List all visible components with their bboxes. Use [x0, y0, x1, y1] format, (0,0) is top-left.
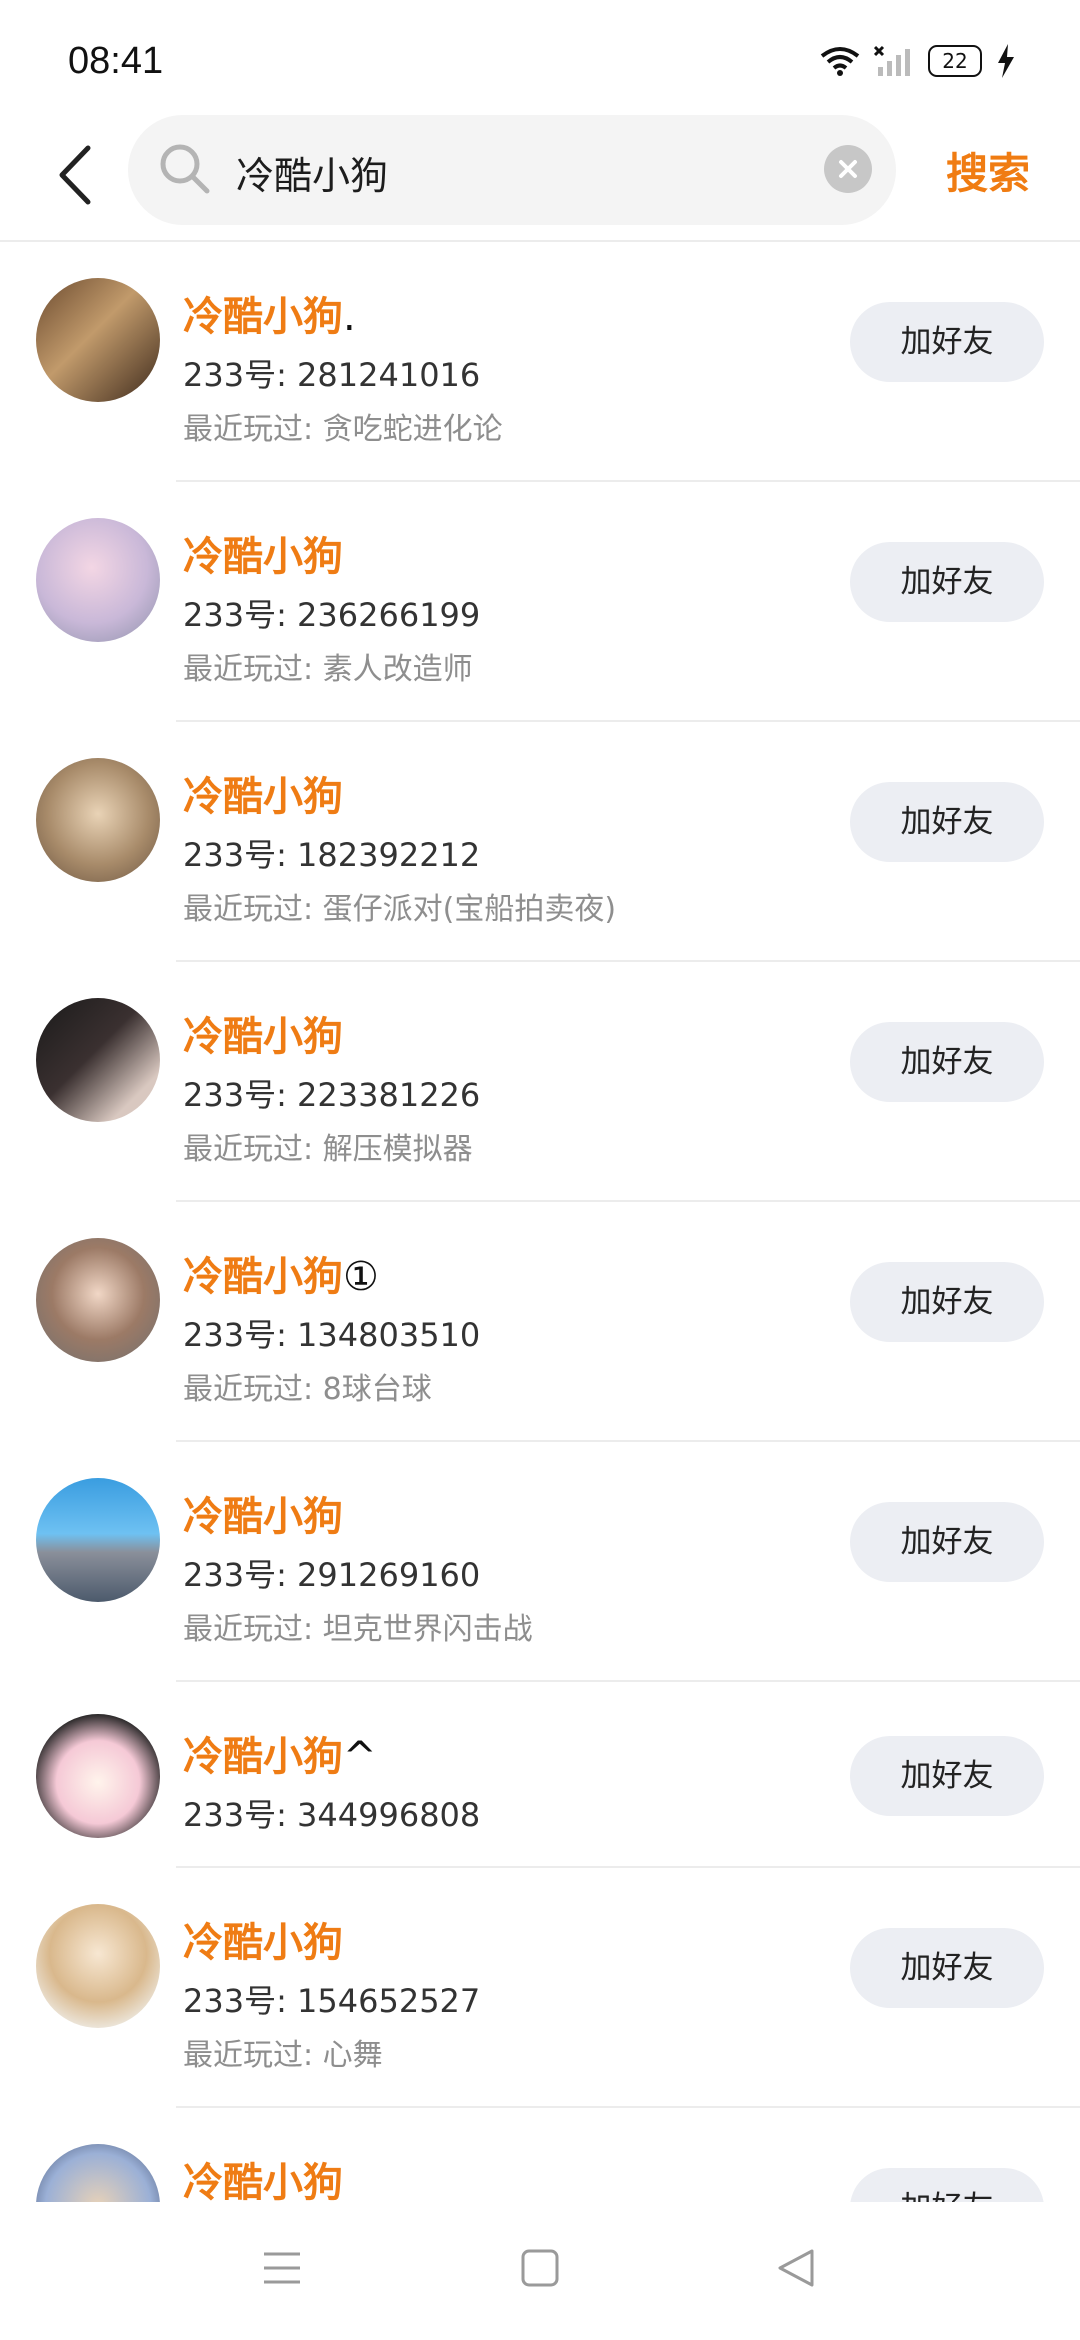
user-name[interactable]: 冷酷小狗 [183, 1004, 343, 1062]
avatar[interactable] [36, 1238, 160, 1362]
add-friend-button[interactable]: 加好友 [850, 542, 1044, 622]
user-id: 233号: 291269160 [183, 1556, 481, 1594]
name-text: 冷酷小狗 [183, 534, 343, 580]
menu-icon[interactable] [262, 2248, 302, 2288]
avatar[interactable] [36, 1904, 160, 2028]
avatar[interactable] [36, 998, 160, 1122]
recent-played: 最近玩过: 心舞 [183, 2038, 383, 2073]
search-icon [160, 144, 210, 194]
recent-played: 最近玩过: 贪吃蛇进化论 [183, 412, 503, 447]
status-bar: 08:41 22 [0, 0, 1080, 110]
back-arrow-icon[interactable] [48, 140, 108, 210]
name-text: 冷酷小狗 [183, 1734, 343, 1780]
search-header: 冷酷小狗 搜索 [0, 110, 1080, 240]
status-time: 08:41 [68, 40, 164, 82]
name-text: 冷酷小狗 [183, 2160, 343, 2202]
user-id: 233号: 134803510 [183, 1316, 481, 1354]
user-name[interactable]: 冷酷小狗 [183, 764, 343, 822]
list-item[interactable]: 冷酷小狗 233号: 182392212 最近玩过: 蛋仔派对(宝船拍卖夜) 加… [0, 722, 1080, 962]
wifi-icon [820, 47, 860, 76]
name-suffix: ① [343, 1254, 379, 1300]
add-friend-button[interactable]: 加好友 [850, 1262, 1044, 1342]
user-name[interactable]: 冷酷小狗^ [183, 1724, 377, 1782]
recent-played: 最近玩过: 解压模拟器 [183, 1132, 473, 1167]
search-input[interactable]: 冷酷小狗 [128, 115, 896, 225]
list-item[interactable]: 冷酷小狗 加好友 [0, 2108, 1080, 2202]
home-square-icon[interactable] [520, 2248, 560, 2288]
list-item[interactable]: 冷酷小狗① 233号: 134803510 最近玩过: 8球台球 加好友 [0, 1202, 1080, 1442]
clear-icon[interactable] [824, 145, 872, 193]
avatar[interactable] [36, 758, 160, 882]
user-id: 233号: 154652527 [183, 1982, 481, 2020]
avatar[interactable] [36, 278, 160, 402]
user-name[interactable]: 冷酷小狗 [183, 1910, 343, 1968]
list-item[interactable]: 冷酷小狗 233号: 236266199 最近玩过: 素人改造师 加好友 [0, 482, 1080, 722]
add-friend-button[interactable]: 加好友 [850, 782, 1044, 862]
name-text: 冷酷小狗 [183, 1014, 343, 1060]
name-text: 冷酷小狗 [183, 1494, 343, 1540]
recent-played: 最近玩过: 坦克世界闪击战 [183, 1612, 533, 1647]
user-id: 233号: 223381226 [183, 1076, 481, 1114]
name-text: 冷酷小狗 [183, 774, 343, 820]
name-suffix: ^ [343, 1734, 377, 1780]
status-icons: 22 [820, 44, 1016, 78]
user-id: 233号: 281241016 [183, 356, 481, 394]
name-text: 冷酷小狗 [183, 1920, 343, 1966]
user-name[interactable]: 冷酷小狗 [183, 1484, 343, 1542]
user-id: 233号: 236266199 [183, 596, 481, 634]
user-name[interactable]: 冷酷小狗 [183, 2150, 343, 2202]
add-friend-button[interactable]: 加好友 [850, 1736, 1044, 1816]
recent-played: 最近玩过: 素人改造师 [183, 652, 473, 687]
name-text: 冷酷小狗 [183, 294, 343, 340]
recent-played: 最近玩过: 8球台球 [183, 1372, 432, 1407]
search-button[interactable]: 搜索 [946, 140, 1030, 201]
avatar[interactable] [36, 518, 160, 642]
search-results-list: 冷酷小狗. 233号: 281241016 最近玩过: 贪吃蛇进化论 加好友 冷… [0, 242, 1080, 2202]
list-item[interactable]: 冷酷小狗. 233号: 281241016 最近玩过: 贪吃蛇进化论 加好友 [0, 242, 1080, 482]
list-item[interactable]: 冷酷小狗^ 233号: 344996808 加好友 [0, 1682, 1080, 1868]
add-friend-button[interactable]: 加好友 [850, 1022, 1044, 1102]
user-name[interactable]: 冷酷小狗① [183, 1244, 379, 1302]
user-name[interactable]: 冷酷小狗. [183, 284, 356, 342]
add-friend-button[interactable]: 加好友 [850, 2168, 1044, 2202]
avatar[interactable] [36, 1478, 160, 1602]
user-id: 233号: 344996808 [183, 1796, 481, 1834]
user-name[interactable]: 冷酷小狗 [183, 524, 343, 582]
recent-played: 最近玩过: 蛋仔派对(宝船拍卖夜) [183, 892, 617, 927]
name-text: 冷酷小狗 [183, 1254, 343, 1300]
add-friend-button[interactable]: 加好友 [850, 302, 1044, 382]
list-item[interactable]: 冷酷小狗 233号: 291269160 最近玩过: 坦克世界闪击战 加好友 [0, 1442, 1080, 1682]
name-suffix: . [343, 294, 356, 340]
avatar[interactable] [36, 1714, 160, 1838]
charging-icon [998, 44, 1014, 78]
signal-icon [874, 45, 910, 76]
add-friend-button[interactable]: 加好友 [850, 1928, 1044, 2008]
battery-level: 22 [928, 45, 982, 77]
list-item[interactable]: 冷酷小狗 233号: 154652527 最近玩过: 心舞 加好友 [0, 1868, 1080, 2108]
back-triangle-icon[interactable] [776, 2248, 816, 2288]
system-nav-bar [0, 2202, 1080, 2340]
add-friend-button[interactable]: 加好友 [850, 1502, 1044, 1582]
search-query[interactable]: 冷酷小狗 [236, 145, 388, 200]
user-id: 233号: 182392212 [183, 836, 481, 874]
list-item[interactable]: 冷酷小狗 233号: 223381226 最近玩过: 解压模拟器 加好友 [0, 962, 1080, 1202]
avatar[interactable] [36, 2144, 160, 2202]
